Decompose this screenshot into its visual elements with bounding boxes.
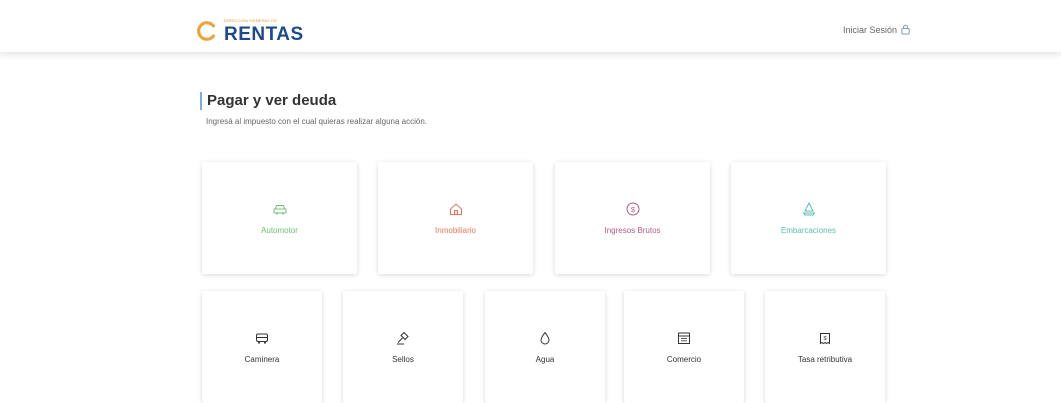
- card-ingresos-brutos[interactable]: $ Ingresos Brutos: [555, 162, 710, 274]
- dollar-coin-icon: $: [626, 202, 639, 216]
- page-heading: Pagar y ver deuda Ingresá al impuesto co…: [200, 92, 427, 126]
- receipt-icon: $: [820, 333, 830, 345]
- logo-title: RENTAS: [224, 23, 304, 45]
- card-label: Comercio: [666, 355, 702, 364]
- rentas-logo[interactable]: DIRECCIÓN GENERAL DE RENTAS: [196, 18, 304, 44]
- stamp-icon: [397, 331, 409, 345]
- card-label: Caminera: [244, 355, 280, 364]
- login-label: Iniciar Sesión: [842, 24, 897, 35]
- top-navbar: DIRECCIÓN GENERAL DE RENTAS Iniciar Sesi…: [0, 0, 1061, 52]
- card-label: Automotor: [261, 226, 298, 235]
- card-automotor[interactable]: Automotor: [202, 162, 357, 274]
- card-label: Tasa retributiva: [797, 355, 853, 364]
- card-tasa-retributiva[interactable]: $ Tasa retributiva: [765, 291, 885, 403]
- page-subtitle: Ingresá al impuesto con el cual quieras …: [206, 117, 428, 126]
- water-drop-icon: [540, 331, 550, 345]
- car-icon: [273, 205, 286, 215]
- card-caminera[interactable]: Caminera: [202, 291, 322, 403]
- card-embarcaciones[interactable]: Embarcaciones: [731, 162, 886, 274]
- card-inmobiliario[interactable]: Inmobiliario: [378, 162, 533, 274]
- page-title: Pagar y ver deuda: [200, 92, 427, 110]
- truck-icon: [256, 333, 268, 344]
- card-label: Inmobiliario: [435, 226, 476, 235]
- svg-text:$: $: [823, 336, 826, 342]
- card-label: Ingresos Brutos: [604, 226, 661, 235]
- login-link[interactable]: Iniciar Sesión: [843, 24, 911, 35]
- lock-icon: [901, 24, 910, 35]
- card-label: Agua: [535, 355, 555, 364]
- card-sellos[interactable]: Sellos: [343, 291, 463, 403]
- house-icon: [449, 203, 462, 215]
- card-comercio[interactable]: Comercio: [624, 291, 744, 403]
- card-agua[interactable]: Agua: [485, 291, 605, 403]
- sailboat-icon: [802, 201, 815, 216]
- card-label: Embarcaciones: [780, 226, 837, 235]
- card-label: Sellos: [392, 355, 414, 364]
- logo-subtitle: DIRECCIÓN GENERAL DE: [224, 17, 278, 23]
- calendar-icon: [678, 332, 690, 344]
- logo-ring-icon: [197, 21, 215, 41]
- svg-text:$: $: [630, 205, 635, 214]
